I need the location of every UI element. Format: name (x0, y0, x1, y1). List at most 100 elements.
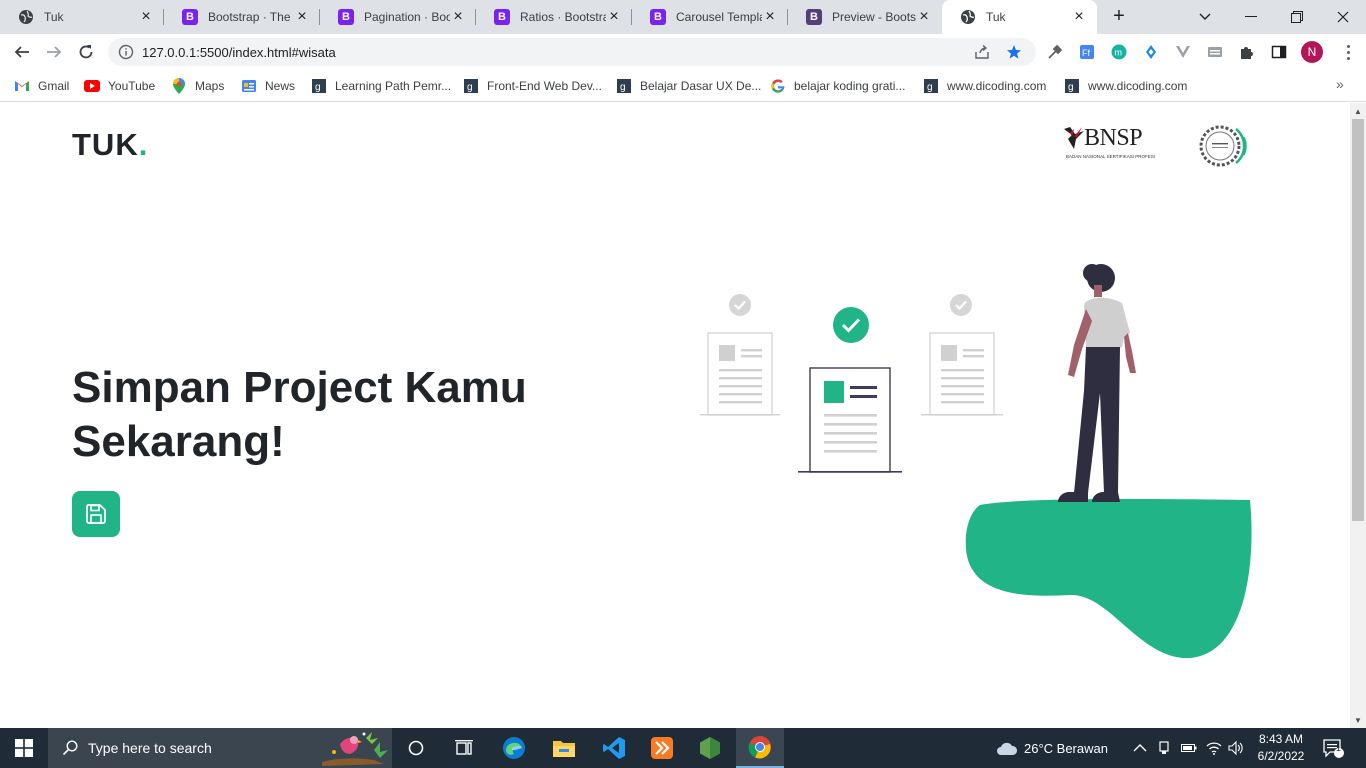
bookmark-belajar-koding[interactable]: belajar koding grati... (770, 77, 905, 95)
bookmark-ux[interactable]: g Belajar Dasar UX De... (616, 77, 761, 95)
taskbar-search-box[interactable]: Type here to search (48, 728, 392, 768)
bookmark-star-icon[interactable] (1006, 44, 1022, 65)
eyedropper-extension-icon[interactable] (1046, 43, 1064, 61)
tab-carousel[interactable]: B Carousel Templat × (632, 0, 788, 34)
vscode-taskbar-button[interactable] (590, 728, 638, 768)
vue-devtools-extension-icon[interactable] (1174, 43, 1192, 61)
svg-text:g: g (620, 82, 626, 93)
bookmark-label: YouTube (108, 79, 156, 93)
meet-now-button[interactable] (1157, 728, 1171, 768)
extensions-puzzle-icon[interactable] (1238, 43, 1256, 61)
share-icon[interactable] (974, 44, 990, 65)
address-bar[interactable]: 127.0.0.1:5500/index.html#wisata (108, 38, 1036, 66)
task-view-icon-button[interactable] (440, 728, 488, 768)
bookmark-learning-path[interactable]: g Learning Path Pemr... (311, 77, 451, 95)
document-right-icon (921, 294, 1003, 416)
momentum-extension-icon[interactable]: m (1110, 43, 1128, 61)
tab-title: Pagination · Boot (364, 10, 450, 24)
show-hidden-icons-button[interactable] (1133, 728, 1147, 768)
chevron-up-icon (1133, 744, 1147, 752)
close-tab-icon[interactable]: × (762, 8, 778, 26)
gmail-icon (14, 78, 30, 94)
edge-taskbar-button[interactable] (490, 728, 538, 768)
lsp-logo (1198, 123, 1248, 169)
scroll-down-arrow-icon[interactable]: ▼ (1354, 716, 1362, 725)
tab-search-chevron-icon[interactable] (1182, 0, 1228, 34)
close-tab-icon[interactable]: × (450, 8, 466, 26)
xampp-taskbar-button[interactable] (638, 728, 686, 768)
close-tab-icon[interactable]: × (916, 8, 932, 26)
close-window-button[interactable] (1320, 0, 1366, 34)
tab-title: Tuk (44, 10, 64, 24)
back-button[interactable] (8, 38, 36, 66)
site-info-icon[interactable] (118, 44, 134, 65)
volume-button[interactable] (1228, 728, 1244, 768)
bookmark-label: News (265, 79, 296, 93)
save-floppy-icon (86, 504, 106, 524)
reload-button[interactable] (72, 38, 100, 66)
bookmark-frontend[interactable]: g Front-End Web Dev... (463, 77, 602, 95)
new-tab-button[interactable]: + (1108, 5, 1130, 29)
bootstrap-icon: B (182, 9, 198, 25)
nodejs-icon (700, 737, 720, 759)
site-logo[interactable]: TUK. (72, 127, 148, 163)
edge-icon (503, 737, 525, 759)
windows-taskbar: Type here to search 26°C Berawan 8:43 AM… (0, 728, 1366, 768)
maps-icon (171, 78, 187, 94)
minimize-button[interactable] (1228, 0, 1274, 34)
start-button[interactable] (0, 728, 48, 768)
browser-menu-icon[interactable] (1340, 43, 1356, 61)
weather-widget[interactable]: 26°C Berawan (996, 728, 1108, 768)
close-tab-icon[interactable]: × (138, 8, 154, 26)
tab-tuk-1[interactable]: Tuk × (0, 0, 164, 34)
scroll-up-arrow-icon[interactable]: ▲ (1354, 107, 1362, 116)
profile-avatar[interactable]: N (1301, 41, 1323, 63)
file-explorer-taskbar-button[interactable] (540, 728, 588, 768)
node-taskbar-button[interactable] (686, 728, 734, 768)
google-icon (770, 78, 786, 94)
page-viewport: TUK. BNSP BADAN NASIONAL SERTIFIKASI PRO… (0, 103, 1350, 728)
scrollbar-thumb[interactable] (1352, 119, 1364, 521)
svg-text:Ff: Ff (1082, 48, 1090, 58)
network-button[interactable] (1206, 728, 1222, 768)
bookmark-news[interactable]: News (241, 77, 295, 95)
page-scrollbar[interactable]: ▲ ▼ (1350, 103, 1366, 728)
drop-extension-icon[interactable] (1142, 43, 1160, 61)
close-tab-icon[interactable]: × (1071, 8, 1087, 26)
tab-bootstrap[interactable]: B Bootstrap · The m × (164, 0, 320, 34)
folder-icon (553, 741, 575, 757)
restore-button[interactable] (1274, 0, 1320, 34)
chrome-taskbar-button[interactable] (736, 728, 784, 768)
bookmark-gmail[interactable]: Gmail (14, 77, 69, 95)
close-tab-icon[interactable]: × (606, 8, 622, 26)
side-panel-icon[interactable] (1270, 43, 1288, 61)
url-text: 127.0.0.1:5500/index.html#wisata (142, 45, 336, 60)
taskbar-clock[interactable]: 8:43 AM 6/2/2022 (1252, 731, 1310, 765)
tab-preview[interactable]: B Preview - Bootstr × (788, 0, 942, 34)
fonts-extension-icon[interactable]: Ff (1078, 43, 1096, 61)
battery-icon (1181, 744, 1197, 752)
battery-button[interactable] (1181, 728, 1197, 768)
bookmark-maps[interactable]: Maps (171, 77, 224, 95)
forward-button[interactable] (40, 38, 68, 66)
bookmark-dicoding-1[interactable]: g www.dicoding.com (923, 77, 1046, 95)
tab-pagination[interactable]: B Pagination · Boot × (320, 0, 476, 34)
hero-title: Simpan Project Kamu Sekarang! (72, 361, 592, 469)
xampp-icon (651, 737, 673, 759)
tab-ratios[interactable]: B Ratios · Bootstrap × (476, 0, 632, 34)
more-bookmarks-icon[interactable]: » (1336, 76, 1344, 92)
youtube-icon (84, 78, 100, 94)
bookmark-youtube[interactable]: YouTube (84, 77, 155, 95)
task-view-button[interactable] (392, 728, 440, 768)
notification-count: 1 (1336, 743, 1342, 753)
keyboard-extension-icon[interactable] (1206, 43, 1224, 61)
bootstrap-icon: B (806, 9, 822, 25)
tab-tuk-active[interactable]: Tuk × (942, 0, 1097, 34)
save-project-button[interactable] (72, 491, 120, 537)
close-tab-icon[interactable]: × (294, 8, 310, 26)
bootstrap-icon: B (650, 9, 666, 25)
action-center-button[interactable]: 1 (1322, 728, 1344, 768)
bookmark-label: Belajar Dasar UX De... (640, 79, 762, 93)
bookmark-dicoding-2[interactable]: g www.dicoding.com (1064, 77, 1187, 95)
speaker-icon (1228, 741, 1243, 755)
